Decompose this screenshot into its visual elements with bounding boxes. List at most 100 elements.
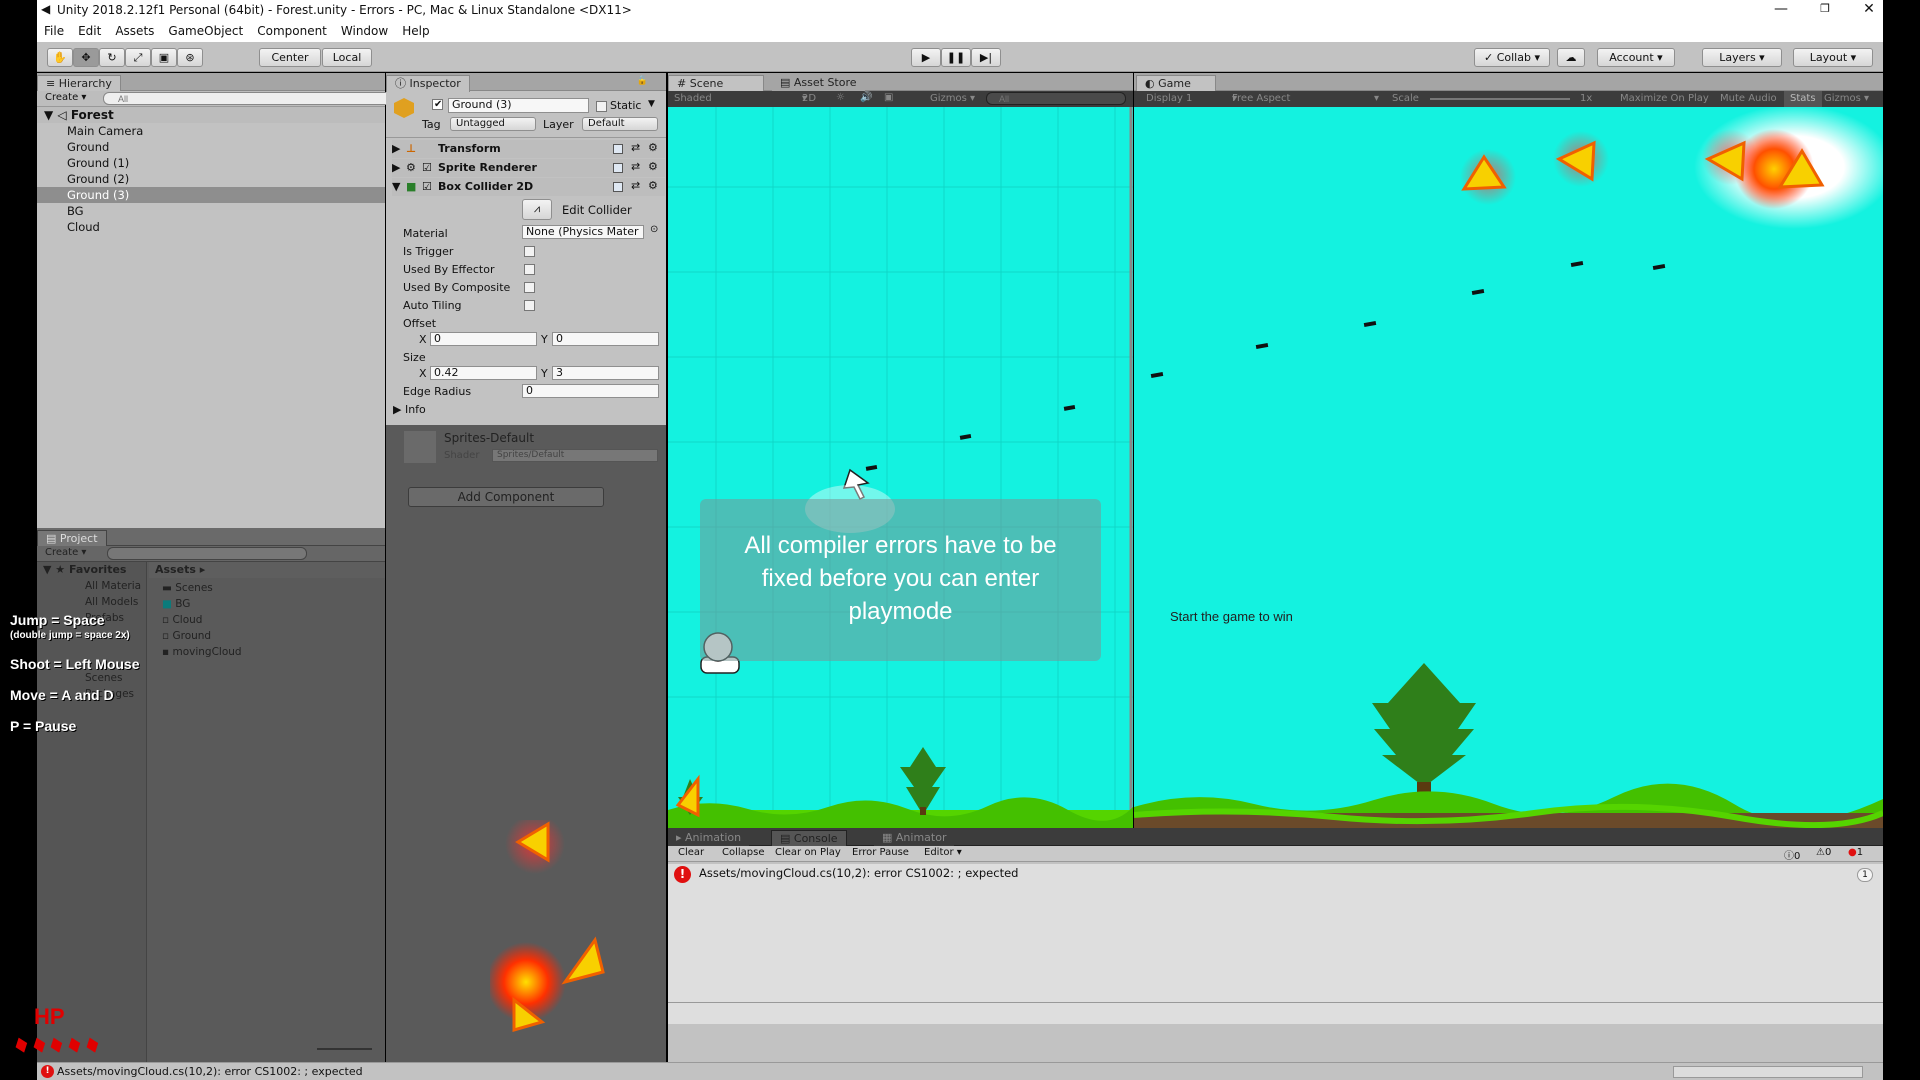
settings-gear-icon[interactable]: ⚙ — [648, 141, 658, 154]
favorites-item[interactable]: All Materia — [37, 578, 146, 594]
offset-y-field[interactable]: 0 — [552, 332, 659, 346]
close-button[interactable]: ✕ — [1847, 0, 1891, 20]
info-filter-toggle[interactable]: ⓘ0 — [1784, 847, 1800, 862]
step-button[interactable]: ▶| — [971, 48, 1001, 67]
scene-root[interactable]: ▼ ◁ Forest — [37, 107, 385, 123]
rect-tool-icon[interactable]: ▣ — [151, 48, 177, 67]
project-create-button[interactable]: Create ▾ — [45, 547, 86, 558]
clear-button[interactable]: Clear — [678, 847, 704, 858]
component-transform[interactable]: ▶ ⊥ Transform — [392, 140, 665, 158]
size-y-field[interactable]: 3 — [552, 366, 659, 380]
restore-button[interactable]: ❐ — [1803, 0, 1847, 20]
tab-console[interactable]: ▤ Console — [771, 830, 847, 847]
object-name-field[interactable]: Ground (3) — [448, 98, 589, 113]
menu-file[interactable]: File — [44, 24, 64, 38]
edit-collider-icon[interactable]: ⩘ — [522, 199, 552, 220]
tab-inspector[interactable]: ⓘ Inspector — [386, 75, 470, 92]
layer-dropdown[interactable]: Default — [582, 117, 658, 131]
transform-tool-icon[interactable]: ⊛ — [177, 48, 203, 67]
preset-icon[interactable]: ⇄ — [631, 141, 640, 154]
component-sprite-renderer[interactable]: ▶ ⚙ ☑ Sprite Renderer — [392, 159, 665, 177]
add-component-button[interactable]: Add Component — [408, 487, 604, 507]
settings-gear-icon[interactable]: ⚙ — [648, 179, 658, 192]
preset-icon[interactable]: ⇄ — [631, 160, 640, 173]
hierarchy-item[interactable]: Ground (2) — [37, 171, 385, 187]
layers-button[interactable]: Layers ▾ — [1702, 48, 1782, 67]
hierarchy-item[interactable]: Main Camera — [37, 123, 385, 139]
component-check-icon[interactable]: ☑ — [422, 159, 432, 177]
collab-button[interactable]: ✓ Collab ▾ — [1474, 48, 1550, 67]
edit-collider-label[interactable]: Edit Collider — [562, 203, 632, 217]
play-button[interactable]: ▶ — [911, 48, 941, 67]
minimize-button[interactable]: — — [1759, 0, 1803, 20]
console-error-row[interactable]: ! Assets/movingCloud.cs(10,2): error CS1… — [668, 864, 1883, 884]
auto-tiling-checkbox[interactable] — [524, 300, 535, 311]
tree-item[interactable]: Scenes — [37, 670, 146, 686]
object-picker-icon[interactable]: ⊙ — [650, 224, 658, 235]
error-pause-button[interactable]: Error Pause — [852, 847, 909, 858]
pivot-local-button[interactable]: Local — [322, 48, 372, 67]
display-dropdown[interactable]: Display 1 — [1146, 93, 1192, 104]
help-icon[interactable] — [613, 163, 623, 173]
component-check-icon[interactable]: ☑ — [422, 178, 432, 196]
tab-project[interactable]: ▤ Project — [37, 530, 107, 547]
shaded-dropdown[interactable]: Shaded — [674, 93, 712, 104]
project-search-input[interactable] — [107, 547, 307, 560]
hierarchy-item-selected[interactable]: Ground (3) — [37, 187, 385, 203]
menu-component[interactable]: Component — [257, 24, 327, 38]
tag-dropdown[interactable]: Untagged — [450, 117, 536, 131]
hierarchy-item[interactable]: Ground (1) — [37, 155, 385, 171]
menu-help[interactable]: Help — [402, 24, 429, 38]
info-foldout[interactable]: ▶ Info — [393, 403, 426, 416]
static-dropdown-icon[interactable]: ▼ — [648, 99, 655, 109]
2d-toggle[interactable]: 2D — [802, 93, 816, 104]
scene-canvas[interactable] — [668, 107, 1133, 828]
menu-gameobject[interactable]: GameObject — [168, 24, 243, 38]
asset-item[interactable]: ▪ movingCloud — [162, 644, 242, 660]
used-by-composite-checkbox[interactable] — [524, 282, 535, 293]
hierarchy-item[interactable]: BG — [37, 203, 385, 219]
hierarchy-create-button[interactable]: Create ▾ — [45, 92, 86, 103]
tab-animator[interactable]: ▦ Animator — [874, 830, 955, 847]
scene-search-input[interactable] — [986, 92, 1126, 105]
cloud-icon[interactable]: ☁ — [1557, 48, 1585, 67]
maximize-on-play-toggle[interactable]: Maximize On Play — [1620, 93, 1709, 104]
console-split-divider[interactable] — [668, 1002, 1883, 1003]
status-error-message[interactable]: Assets/movingCloud.cs(10,2): error CS100… — [57, 1065, 363, 1078]
effects-icon[interactable]: ▣ — [884, 92, 893, 103]
menu-window[interactable]: Window — [341, 24, 388, 38]
project-zoom-slider[interactable] — [317, 1048, 372, 1050]
error-filter-toggle[interactable]: ●1 — [1848, 847, 1863, 858]
lighting-icon[interactable]: ☼ — [836, 92, 845, 103]
is-trigger-checkbox[interactable] — [524, 246, 535, 257]
game-canvas[interactable]: Start the game to win — [1134, 107, 1883, 828]
audio-icon[interactable]: 🔊 — [860, 92, 872, 103]
scene-gizmos-dropdown[interactable]: Gizmos ▾ — [930, 93, 975, 104]
size-x-field[interactable]: 0.42 — [430, 366, 537, 380]
editor-dropdown[interactable]: Editor ▾ — [924, 847, 962, 858]
hierarchy-item[interactable]: Cloud — [37, 219, 385, 235]
static-checkbox[interactable] — [596, 101, 607, 112]
asset-item[interactable]: ▫ Ground — [162, 628, 242, 644]
pause-button[interactable]: ❚❚ — [941, 48, 971, 67]
shader-dropdown[interactable]: Sprites/Default — [492, 449, 658, 462]
collapse-button[interactable]: Collapse — [722, 847, 765, 858]
asset-item[interactable]: ▬ Scenes — [162, 580, 242, 596]
tab-scene[interactable]: # Scene — [668, 75, 764, 92]
clear-on-play-button[interactable]: Clear on Play — [775, 847, 841, 858]
tab-game[interactable]: ◐ Game — [1136, 75, 1216, 92]
rotate-tool-icon[interactable]: ↻ — [99, 48, 125, 67]
hand-tool-icon[interactable]: ✋ — [47, 48, 73, 67]
pivot-center-button[interactable]: Center — [259, 48, 321, 67]
hierarchy-search-input[interactable] — [103, 92, 403, 105]
scale-slider[interactable] — [1430, 98, 1570, 100]
favorites-folder[interactable]: ▼ ★ Favorites — [37, 562, 146, 578]
lock-icon[interactable]: 🔒 — [637, 76, 648, 86]
help-icon[interactable] — [613, 182, 623, 192]
preset-icon[interactable]: ⇄ — [631, 179, 640, 192]
game-gizmos-dropdown[interactable]: Gizmos ▾ — [1824, 93, 1869, 104]
assets-breadcrumb[interactable]: Assets ▸ — [149, 562, 385, 578]
used-by-effector-checkbox[interactable] — [524, 264, 535, 275]
layout-button[interactable]: Layout ▾ — [1793, 48, 1873, 67]
aspect-dropdown[interactable]: Free Aspect — [1232, 93, 1290, 104]
